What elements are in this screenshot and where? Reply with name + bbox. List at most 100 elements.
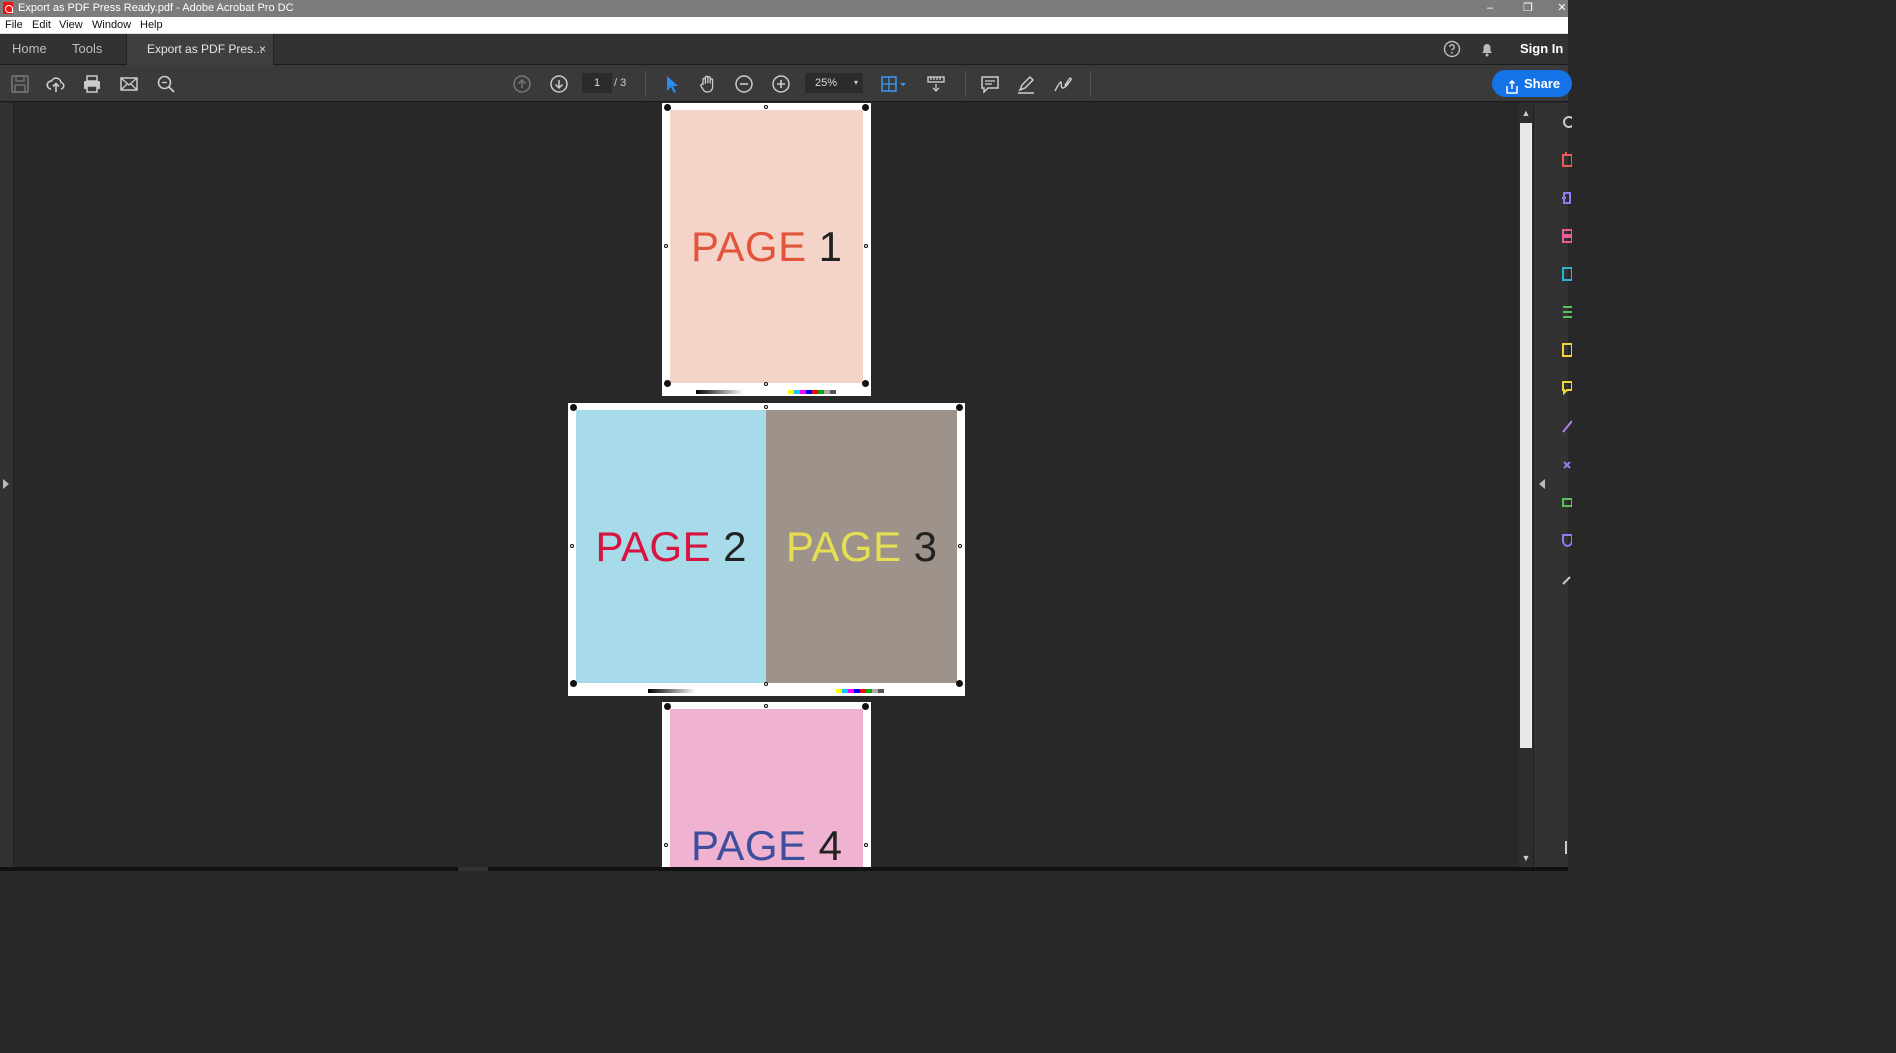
crop-mark	[664, 104, 671, 111]
share-button[interactable]: Share	[1492, 70, 1572, 97]
page-word: PAGE	[786, 522, 902, 570]
menu-bar: File Edit View Window Help	[0, 17, 1568, 34]
collapse-left-icon[interactable]	[1539, 479, 1545, 489]
redact-icon[interactable]	[1558, 455, 1572, 473]
close-tab-button[interactable]: ×	[259, 34, 266, 64]
toolbar-divider	[1090, 71, 1091, 97]
fill-sign-icon[interactable]	[1558, 341, 1573, 359]
scrolling-mode-icon[interactable]	[925, 73, 947, 95]
menu-view[interactable]: View	[59, 17, 83, 34]
edit-pdf-icon[interactable]	[1558, 265, 1573, 283]
crop-mark	[862, 380, 869, 387]
restore-button[interactable]: ❐	[1510, 0, 1546, 17]
select-cursor-icon[interactable]	[660, 73, 682, 95]
help-icon[interactable]	[1443, 40, 1461, 63]
registration-mark	[764, 405, 768, 409]
menu-help[interactable]: Help	[140, 17, 163, 34]
menu-file[interactable]: File	[5, 17, 23, 34]
right-tools-pane	[1533, 103, 1575, 867]
share-label: Share	[1524, 76, 1561, 91]
tab-tools[interactable]: Tools	[72, 34, 102, 65]
print-production-icon[interactable]	[1558, 493, 1573, 511]
registration-mark	[764, 382, 768, 386]
registration-mark	[764, 704, 768, 708]
tab-document[interactable]: Export as PDF Pres... ×	[126, 34, 274, 65]
search-zoom-icon[interactable]	[155, 73, 177, 95]
page-word: PAGE	[691, 222, 807, 270]
menu-window[interactable]: Window	[92, 17, 131, 34]
scrollbar-thumb[interactable]	[1520, 123, 1532, 748]
sign-in-button[interactable]: Sign In	[1520, 34, 1563, 64]
zoom-level-dropdown[interactable]: 25% ▾	[805, 73, 863, 93]
search-tool-icon[interactable]	[1558, 113, 1575, 131]
document-viewport[interactable]: PAGE 1 PAGE 2 PAGE 3 PAGE 4	[14, 103, 1519, 867]
page-artwork-3: PAGE 3	[766, 410, 957, 683]
registration-mark	[664, 244, 668, 248]
comment-tool-icon[interactable]	[1558, 379, 1573, 397]
close-window-button[interactable]: ✕	[1544, 0, 1580, 17]
page-number: 3	[913, 522, 937, 570]
comment-icon[interactable]	[979, 73, 1001, 95]
print-icon[interactable]	[81, 73, 103, 95]
pane-divider-icon	[1558, 838, 1572, 856]
registration-mark	[958, 544, 962, 548]
save-icon[interactable]	[9, 73, 31, 95]
page-word: PAGE	[595, 522, 712, 570]
color-control-bar	[788, 390, 836, 394]
toolbar-divider	[965, 71, 966, 97]
more-tools-wrench-icon[interactable]	[1558, 569, 1572, 587]
registration-mark	[570, 544, 574, 548]
page-number: 1	[818, 222, 842, 270]
horizontal-scrollbar[interactable]	[0, 867, 1568, 871]
minimize-button[interactable]: –	[1472, 0, 1508, 17]
page-number: 4	[818, 821, 842, 868]
grayscale-bar	[648, 689, 696, 693]
sign-pen-icon[interactable]	[1051, 73, 1073, 95]
email-icon[interactable]	[118, 73, 140, 95]
page-display-icon[interactable]	[879, 73, 909, 95]
page-word: PAGE	[691, 821, 807, 868]
crop-mark	[664, 703, 671, 710]
registration-mark	[664, 843, 668, 847]
request-signature-icon[interactable]	[1558, 417, 1573, 435]
notifications-bell-icon[interactable]	[1478, 40, 1496, 63]
horizontal-scrollbar-thumb[interactable]	[458, 867, 488, 871]
page-number-input[interactable]: 1	[582, 73, 612, 93]
hand-tool-icon[interactable]	[697, 73, 719, 95]
registration-mark	[864, 843, 868, 847]
grayscale-bar	[696, 390, 744, 394]
left-panel-toggle[interactable]	[0, 103, 14, 867]
registration-mark	[764, 105, 768, 109]
expand-right-icon	[3, 479, 9, 489]
page-sheet-1: PAGE 1	[662, 103, 871, 396]
page-total: / 3	[614, 77, 627, 89]
scan-ocr-icon[interactable]	[1558, 303, 1572, 321]
next-page-icon[interactable]	[548, 73, 570, 95]
scroll-down-arrow[interactable]: ▼	[1521, 853, 1531, 865]
export-pdf-icon[interactable]	[1558, 151, 1573, 169]
protect-shield-icon[interactable]	[1558, 531, 1574, 549]
registration-mark	[764, 682, 768, 686]
create-pdf-icon[interactable]	[1558, 189, 1572, 207]
cloud-upload-icon[interactable]	[45, 73, 67, 95]
previous-page-icon[interactable]	[511, 73, 533, 95]
acrobat-window: Export as PDF Press Ready.pdf - Adobe Ac…	[0, 0, 1575, 871]
crop-mark	[956, 680, 963, 687]
page-number: 2	[723, 522, 747, 570]
highlight-pen-icon[interactable]	[1015, 73, 1037, 95]
share-icon	[1505, 76, 1519, 103]
window-title: Export as PDF Press Ready.pdf - Adobe Ac…	[18, 2, 294, 14]
scroll-up-arrow[interactable]: ▲	[1521, 108, 1531, 120]
vertical-scrollbar[interactable]: ▲ ▼	[1519, 103, 1533, 867]
tab-home[interactable]: Home	[12, 34, 47, 65]
page-artwork-1: PAGE 1	[670, 110, 863, 383]
organize-pages-icon[interactable]	[1558, 227, 1573, 245]
crop-mark	[956, 404, 963, 411]
registration-mark	[864, 244, 868, 248]
toolbar: 1 / 3 25% ▾ Share	[0, 65, 1572, 102]
page-artwork-2: PAGE 2	[576, 410, 766, 683]
menu-edit[interactable]: Edit	[32, 17, 51, 34]
zoom-in-icon[interactable]	[770, 73, 792, 95]
page-artwork-4: PAGE 4	[670, 709, 863, 867]
zoom-out-icon[interactable]	[733, 73, 755, 95]
